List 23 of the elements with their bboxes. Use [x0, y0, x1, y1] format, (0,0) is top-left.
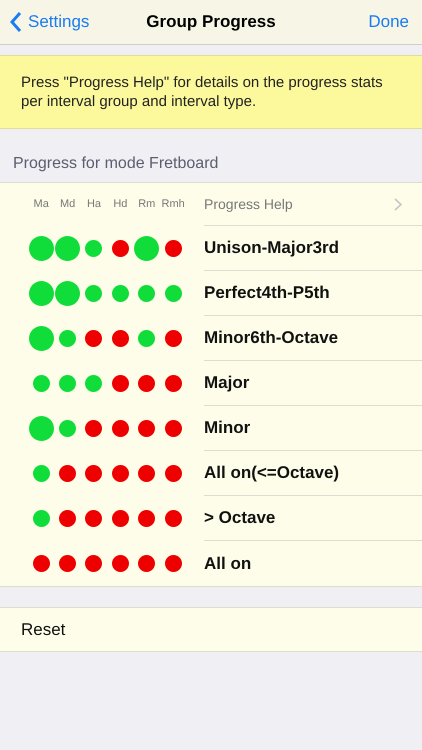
interval-group-label: Perfect4th-P5th [204, 282, 330, 304]
back-button[interactable]: Settings [0, 9, 90, 35]
column-header: Hd [113, 197, 128, 212]
column-header: Ha [86, 197, 101, 212]
column-header: Md [60, 197, 76, 212]
interval-group-label: Major [204, 372, 250, 394]
progress-help-row[interactable]: Progress Help [204, 183, 422, 226]
column-header: Rmh [162, 197, 185, 212]
disclosure-chevron-icon [394, 198, 402, 210]
interval-group-label: Minor6th-Octave [204, 327, 338, 350]
interval-group-label: > Octave [204, 507, 276, 530]
interval-group-label: All on(<=Octave) [204, 462, 340, 484]
screen-title: Group Progress [146, 12, 276, 32]
interval-group-label: All on [204, 552, 252, 575]
interval-group-label: Minor [204, 417, 250, 440]
notice-text: Press "Progress Help" for details on the progress stats per interval group and interval type. [21, 73, 384, 111]
reset-row[interactable]: Reset [0, 607, 422, 652]
column-header: Rm [138, 197, 156, 212]
interval-group-label: Unison-Major3rd [204, 237, 340, 260]
back-chevron-icon [10, 12, 22, 32]
column-header: Ma [34, 197, 49, 212]
done-button[interactable]: Done [368, 9, 422, 35]
section-title: Progress for mode Fretboard [13, 155, 218, 172]
